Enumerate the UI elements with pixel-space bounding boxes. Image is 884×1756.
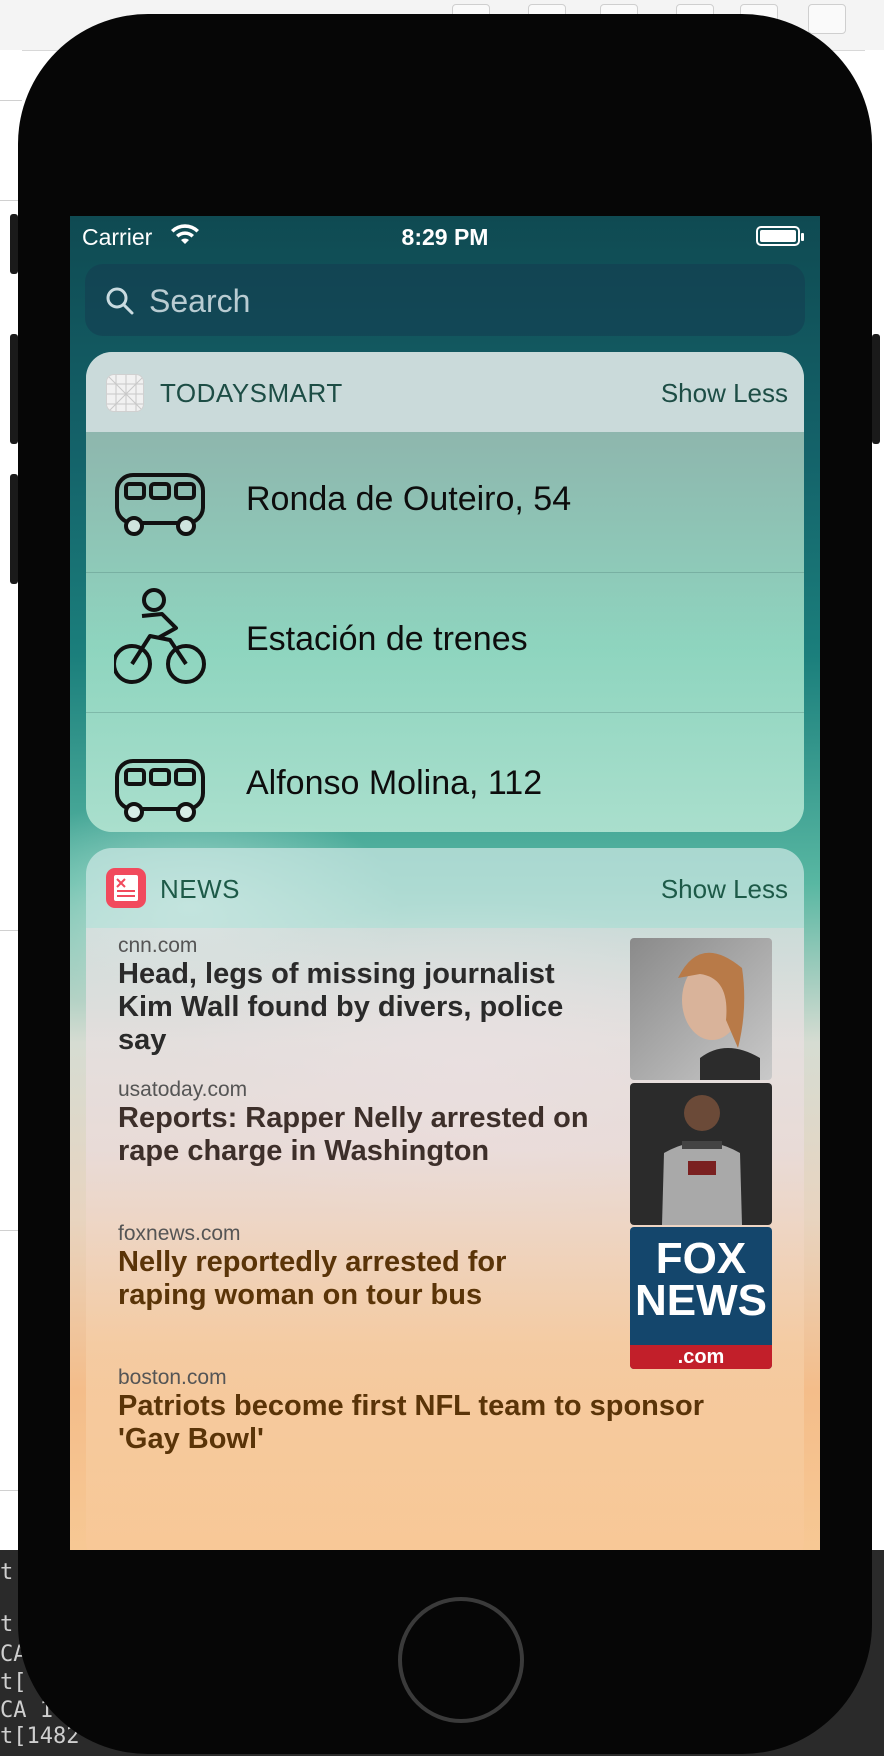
battery-icon [756, 226, 800, 246]
list-item[interactable]: Alfonso Molina, 112 [86, 712, 804, 832]
news-headline: Patriots become first NFL team to sponso… [118, 1390, 705, 1455]
news-widget-header: NEWS Show Less [86, 848, 804, 928]
news-source: foxnews.com [118, 1222, 241, 1245]
simulator-screen: Carrier 8:29 PM Search TODAYSMART Show L… [70, 216, 820, 1550]
news-item[interactable]: boston.com Patriots become first NFL tea… [118, 1366, 738, 1456]
todaysmart-list: Ronda de Outeiro, 54 Estación de trenes [86, 432, 804, 832]
stop-name: Alfonso Molina, 112 [246, 764, 543, 802]
news-item[interactable]: cnn.com Head, legs of missing journalist… [118, 934, 598, 1057]
power-button [872, 334, 880, 444]
bus-icon [114, 472, 206, 543]
fox-news-logo[interactable]: FOX NEWS .com [630, 1227, 772, 1369]
todaysmart-show-less-button[interactable]: Show Less [661, 378, 788, 409]
todaysmart-widget: TODAYSMART Show Less Ronda de Outeiro, 5… [86, 352, 804, 832]
battery-nub [801, 233, 804, 241]
status-bar: Carrier 8:29 PM [70, 216, 820, 256]
console-line: t[1482 [0, 1724, 80, 1749]
news-thumbnail-photo[interactable] [630, 938, 772, 1080]
todaysmart-title: TODAYSMART [160, 378, 343, 408]
todaysmart-app-icon [106, 374, 144, 412]
search-icon [105, 286, 135, 321]
home-button[interactable] [398, 1597, 524, 1723]
bicycle-icon [112, 586, 206, 691]
logo-text: NEWS [635, 1276, 767, 1325]
news-title: NEWS [160, 874, 240, 904]
todaysmart-widget-header: TODAYSMART Show Less [86, 352, 804, 432]
news-thumbnail-photo[interactable] [630, 1083, 772, 1225]
stop-name: Estación de trenes [246, 620, 528, 658]
news-list: cnn.com Head, legs of missing journalist… [86, 928, 804, 1550]
status-time: 8:29 PM [401, 224, 489, 250]
stop-name: Ronda de Outeiro, 54 [246, 480, 572, 518]
search-input[interactable] [147, 278, 771, 324]
news-headline: Nelly reportedly arrested for raping wom… [118, 1246, 507, 1311]
bus-icon [114, 758, 206, 829]
volume-up-button [10, 334, 18, 444]
news-source: boston.com [118, 1366, 227, 1389]
news-source: usatoday.com [118, 1078, 248, 1101]
search-bar[interactable] [85, 264, 805, 336]
console-line: t[ [0, 1670, 27, 1695]
news-headline: Reports: Rapper Nelly arrested on rape c… [118, 1102, 589, 1167]
utilities-toggle-icon[interactable] [808, 4, 846, 34]
logo-text: FOX [655, 1234, 747, 1283]
news-headline: Head, legs of missing journalist Kim Wal… [118, 958, 564, 1056]
list-item[interactable]: Estación de trenes [86, 572, 804, 713]
news-item[interactable]: foxnews.com Nelly reportedly arrested fo… [118, 1222, 598, 1312]
news-source: cnn.com [118, 934, 198, 957]
list-item[interactable]: Ronda de Outeiro, 54 [86, 432, 804, 573]
news-app-icon [106, 868, 146, 908]
mute-switch [10, 214, 18, 274]
volume-down-button [10, 474, 18, 584]
news-item[interactable]: usatoday.com Reports: Rapper Nelly arres… [118, 1078, 598, 1168]
news-show-less-button[interactable]: Show Less [661, 874, 788, 905]
news-widget: NEWS Show Less cnn.com Head, legs of mis… [86, 848, 804, 1550]
